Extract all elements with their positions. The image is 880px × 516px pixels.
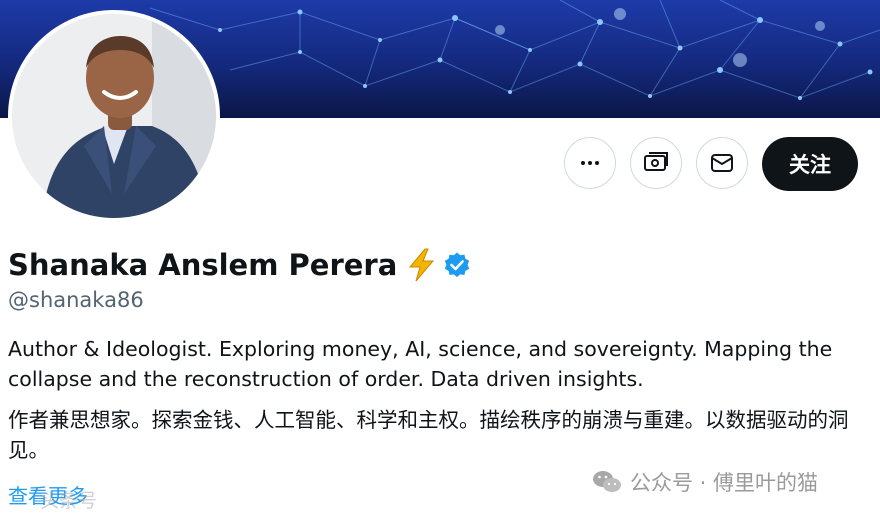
more-dots-icon xyxy=(578,151,602,175)
display-name: Shanaka Anslem Perera xyxy=(8,248,398,282)
message-button[interactable] xyxy=(696,137,748,189)
more-options-button[interactable] xyxy=(564,137,616,189)
bio-chinese: 作者兼思想家。探索金钱、人工智能、科学和主权。描绘秩序的崩溃与重建。以数据驱动的… xyxy=(8,408,849,462)
follow-button[interactable]: 关注 xyxy=(762,137,858,191)
watermark-bottom: 头条号 xyxy=(40,490,98,512)
wechat-icon xyxy=(592,469,622,495)
subscribe-button[interactable] xyxy=(630,137,682,189)
bio-english: Author & Ideologist. Exploring money, AI… xyxy=(8,337,833,391)
lightning-emoji-icon xyxy=(405,248,439,282)
avatar[interactable] xyxy=(8,10,220,222)
envelope-icon xyxy=(709,150,735,176)
profile-name-row: Shanaka Anslem Perera xyxy=(8,244,471,286)
subscribe-money-icon xyxy=(643,150,669,176)
watermark-right: 公众号 · 傅里叶的猫 xyxy=(592,466,818,498)
verified-badge-icon[interactable] xyxy=(443,251,471,279)
avatar-photo xyxy=(12,14,216,218)
user-handle: @shanaka86 xyxy=(8,288,144,312)
follow-button-label: 关注 xyxy=(789,153,831,177)
avatar-portrait-graphic xyxy=(12,14,216,218)
watermark-right-text: 公众号 · 傅里叶的猫 xyxy=(630,471,819,495)
